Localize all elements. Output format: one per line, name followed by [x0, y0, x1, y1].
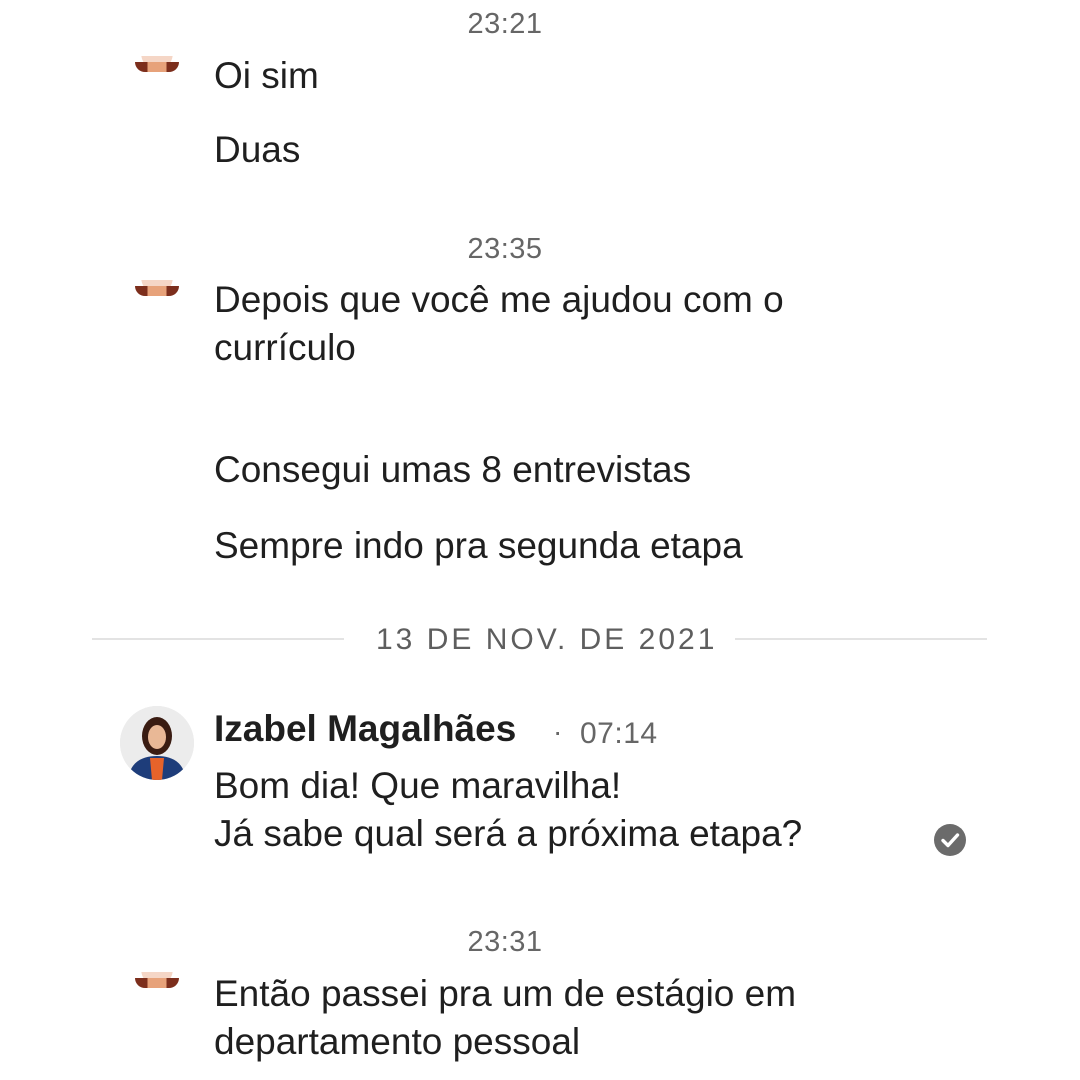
message-text: Já sabe qual será a próxima etapa?: [214, 813, 803, 854]
timestamp: 23:31: [467, 926, 543, 958]
read-check-icon: [934, 824, 966, 856]
message-text: Depois que você me ajudou com o: [214, 279, 784, 320]
avatar-photo: [120, 706, 194, 780]
message-text: Consegui umas 8 entrevistas: [214, 449, 692, 490]
date-divider-left: [92, 638, 344, 640]
meta-separator: ·: [553, 716, 563, 747]
message-text: departamento pessoal: [214, 1021, 581, 1062]
sender-avatar[interactable]: [127, 56, 187, 72]
message-timestamp: 07:14: [580, 717, 658, 750]
date-divider-right: [735, 638, 987, 640]
sender-avatar[interactable]: [127, 972, 187, 988]
timestamp: 23:35: [467, 233, 543, 265]
message-text: Duas: [214, 129, 301, 170]
sender-avatar[interactable]: [120, 706, 194, 780]
message-text: Então passei pra um de estágio em: [214, 973, 797, 1014]
message-text: Bom dia! Que maravilha!: [214, 765, 622, 806]
timestamp: 23:21: [467, 8, 543, 40]
date-separator: 13 DE NOV. DE 2021: [376, 623, 718, 656]
message-text: Oi sim: [214, 55, 319, 96]
message-text: Sempre indo pra segunda etapa: [214, 525, 743, 566]
message-text: currículo: [214, 327, 356, 368]
sender-name[interactable]: Izabel Magalhães: [214, 708, 516, 750]
sender-avatar[interactable]: [127, 280, 187, 296]
